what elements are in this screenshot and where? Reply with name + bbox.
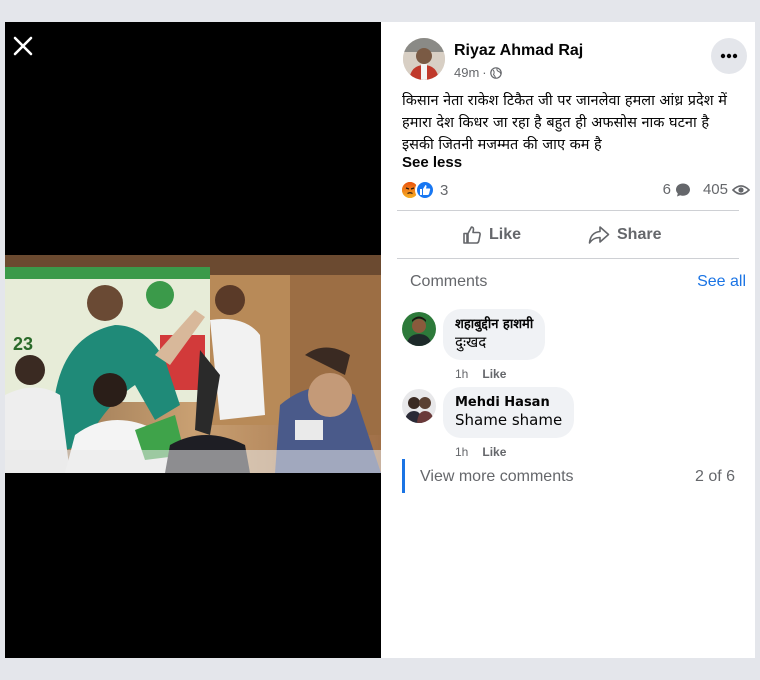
- commenter-avatar[interactable]: [402, 389, 436, 423]
- like-button[interactable]: Like: [462, 220, 521, 250]
- post-viewer: 23 Riyaz Ahmad Raj 49m · किसान नेता राके…: [5, 22, 755, 658]
- comment-like-button[interactable]: Like: [482, 367, 506, 381]
- post-meta: 49m ·: [454, 65, 502, 80]
- globe-icon: [489, 66, 502, 79]
- view-more-comments-link[interactable]: View more comments: [420, 468, 574, 486]
- more-icon: [720, 53, 738, 59]
- more-options-button[interactable]: [711, 38, 747, 74]
- share-label: Share: [617, 226, 662, 243]
- like-icon: [463, 226, 481, 244]
- commenter-avatar[interactable]: [402, 312, 436, 346]
- close-icon: [13, 36, 33, 56]
- eye-icon: [732, 184, 750, 195]
- post-time[interactable]: 49m: [454, 65, 479, 80]
- post-stats: 6 405: [663, 181, 750, 198]
- comment-count[interactable]: 6: [663, 181, 671, 198]
- comment-meta: 1h Like: [455, 445, 506, 459]
- comments-page-count: 2 of 6: [694, 468, 735, 485]
- like-reaction-icon: [415, 180, 435, 200]
- commenter-name[interactable]: शहाबुद्दीन हाशमी: [455, 316, 533, 333]
- comment-meta: 1h Like: [455, 367, 506, 381]
- view-count: 405: [702, 181, 728, 198]
- view-more-indicator: [402, 459, 405, 493]
- comment-bubble: Mehdi Hasan Shame shame: [443, 387, 575, 438]
- share-icon: [588, 226, 610, 244]
- svg-text:23: 23: [13, 334, 33, 354]
- share-button[interactable]: Share: [588, 220, 661, 250]
- comments-header: Comments: [410, 273, 488, 290]
- comment-text: Shame shame: [455, 411, 563, 429]
- video-frame[interactable]: 23: [5, 255, 381, 473]
- media-viewer: 23: [5, 22, 381, 658]
- comment-time[interactable]: 1h: [455, 445, 468, 459]
- comment-like-button[interactable]: Like: [482, 445, 506, 459]
- comment-icon: [675, 183, 690, 196]
- video-scene: 23: [5, 255, 381, 473]
- close-button[interactable]: [11, 34, 35, 58]
- divider: [397, 258, 739, 259]
- see-all-link[interactable]: See all: [697, 273, 746, 291]
- divider: [397, 210, 739, 211]
- reactions-summary[interactable]: 3: [400, 180, 448, 200]
- commenter-name[interactable]: Mehdi Hasan: [455, 394, 562, 411]
- see-less-link[interactable]: See less: [402, 154, 462, 171]
- comment-text: दुःखद: [455, 333, 487, 351]
- post-text: किसान नेता राकेश टिकैत जी पर जानलेवा हमल…: [402, 93, 727, 153]
- author-name[interactable]: Riyaz Ahmad Raj: [454, 42, 583, 60]
- meta-separator: ·: [482, 65, 487, 80]
- post-panel: Riyaz Ahmad Raj 49m · किसान नेता राकेश ट…: [381, 22, 755, 658]
- comment-time[interactable]: 1h: [455, 367, 468, 381]
- like-label: Like: [489, 226, 522, 243]
- comment-bubble: शहाबुद्दीन हाशमी दुःखद: [443, 309, 546, 360]
- author-avatar[interactable]: [403, 38, 445, 80]
- reaction-count: 3: [440, 181, 449, 199]
